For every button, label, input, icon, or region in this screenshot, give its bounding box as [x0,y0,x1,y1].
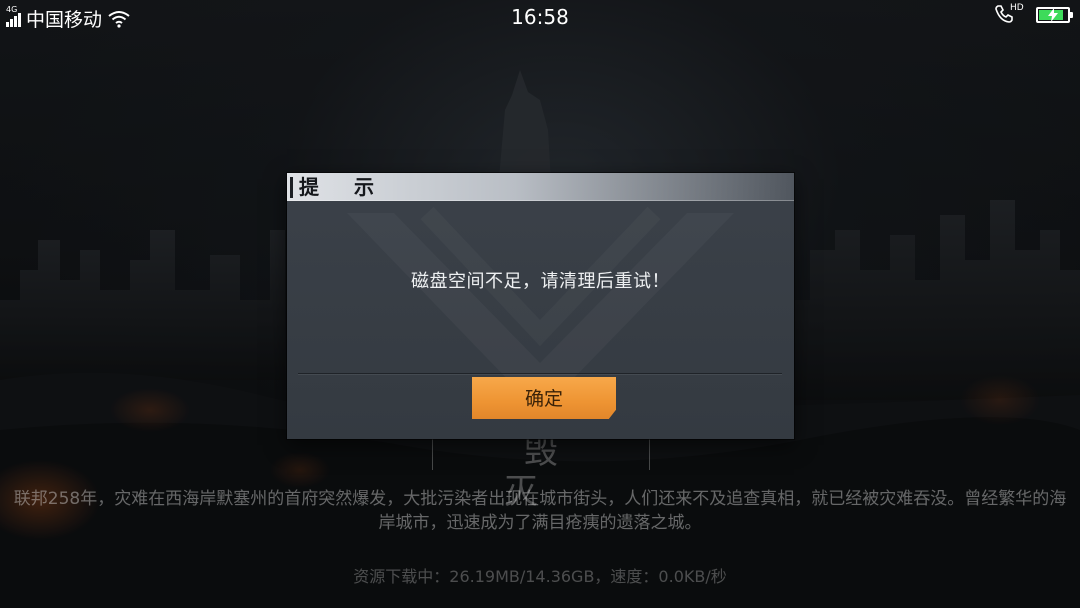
dialog-title: 提 示 [299,175,388,199]
story-text: 联邦258年，灾难在西海岸默塞州的首府突然爆发，大批污染者出现在城市街头，人们还… [13,489,1067,533]
clock: 16:58 [511,5,569,29]
hd-call-icon: HD [994,3,1026,26]
status-bar: 4G 中国移动 16:58 HD [0,0,1080,34]
game-screen: 毁 灭 联邦258年，灾难在西海岸默塞州的首府突然爆发，大批污染者出现在城市街头… [0,0,1080,608]
alert-dialog: 提 示 磁盘空间不足，请清理后重试！ 确定 [287,173,794,439]
charging-bolt-icon [1048,8,1058,22]
dialog-message: 磁盘空间不足，请清理后重试！ [411,271,670,292]
hd-badge: HD [1010,3,1024,13]
download-status: 资源下载中：26.19MB/14.36GB，速度：0.0KB/秒 [353,567,727,586]
confirm-button[interactable]: 确定 [472,377,616,419]
dialog-header: 提 示 [287,173,794,201]
title-accent-bar [290,177,293,198]
battery-icon [1036,7,1073,23]
dialog-divider [298,373,782,374]
